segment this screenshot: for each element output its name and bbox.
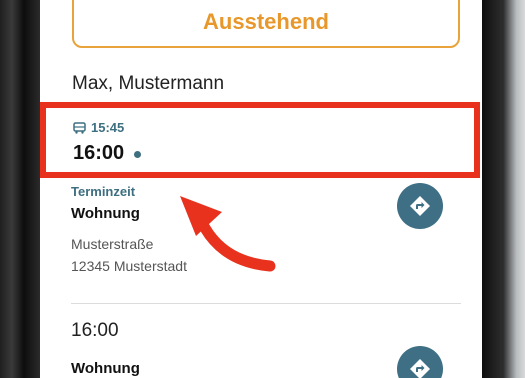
- patient-name: Max, Mustermann: [72, 73, 225, 94]
- city-address: 12345 Musterstadt: [71, 258, 187, 274]
- pickup-time: 15:45: [91, 120, 125, 135]
- status-dot-icon: [134, 151, 142, 158]
- bus-icon: [73, 121, 86, 134]
- phone-frame-right: [482, 0, 525, 378]
- divider: [71, 303, 461, 304]
- phone-screen: Ausstehend Max, Mustermann 15:45 16:00 T…: [40, 0, 482, 378]
- navigate-button-next[interactable]: [397, 346, 443, 378]
- pickup-time-row: 15:45: [73, 120, 124, 135]
- appointment-time-row: 16:00: [73, 142, 142, 165]
- time-section: 15:45 16:00: [40, 102, 482, 182]
- time-label: Terminzeit: [71, 184, 136, 199]
- status-button[interactable]: Ausstehend: [72, 0, 460, 48]
- next-appointment-time: 16:00: [71, 320, 119, 341]
- place-name: Wohnung: [71, 205, 140, 222]
- next-place-name: Wohnung: [71, 360, 140, 377]
- navigate-button[interactable]: [397, 183, 443, 229]
- directions-icon: [410, 196, 430, 216]
- directions-icon: [410, 359, 430, 378]
- street-address: Musterstraße: [71, 236, 154, 252]
- phone-frame-left: [0, 0, 40, 378]
- status-label: Ausstehend: [203, 9, 329, 34]
- highlight-box: [40, 102, 480, 178]
- appointment-time: 16:00: [73, 142, 125, 164]
